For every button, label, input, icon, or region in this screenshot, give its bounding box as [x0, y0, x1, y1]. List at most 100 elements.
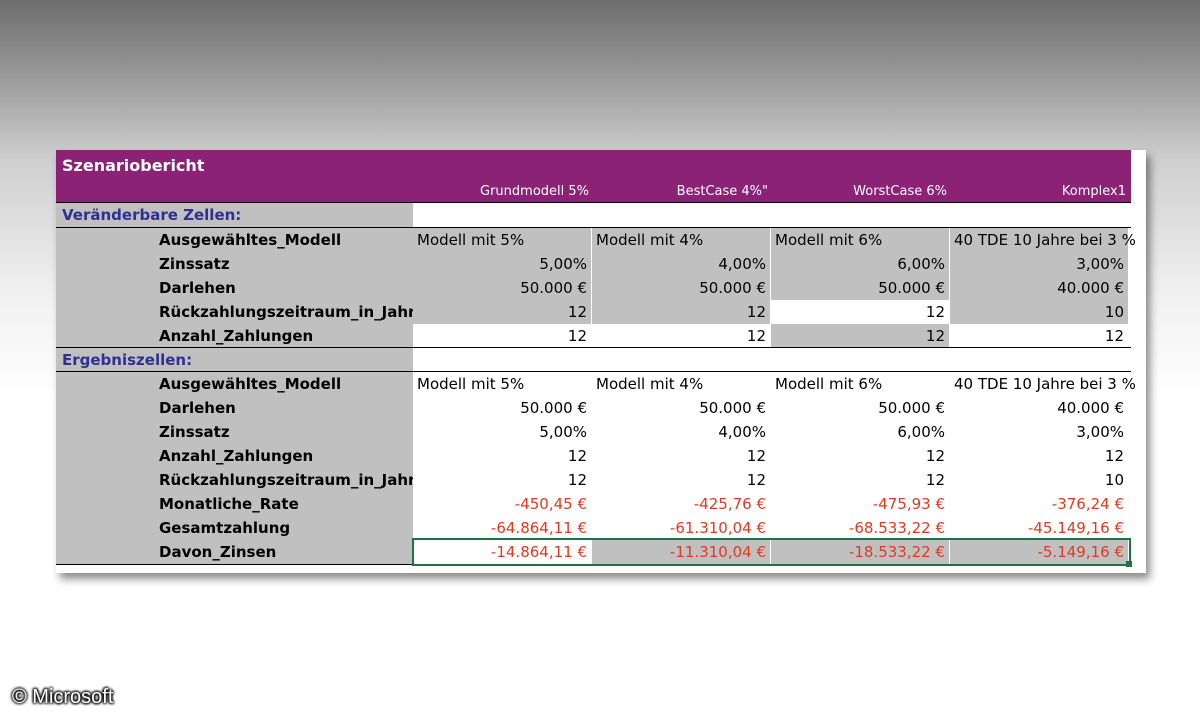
result-cell[interactable]: 40.000 € — [950, 396, 1128, 420]
result-cell[interactable]: Modell mit 5% — [413, 372, 591, 396]
scenario-header-1: Grundmodell 5% — [480, 184, 589, 199]
changing-cell[interactable]: 12 — [950, 324, 1128, 348]
changing-cell[interactable]: 40.000 € — [950, 276, 1128, 300]
scenario-header-4: Komplex1 — [1061, 184, 1126, 199]
result-cell[interactable]: 3,00% — [950, 420, 1128, 444]
changing-cell[interactable]: 12 — [771, 300, 949, 324]
result-cell[interactable]: -376,24 € — [950, 492, 1128, 516]
result-row-header: Monatliche_Rate — [56, 492, 413, 516]
result-row: Zinssatz 5,00% 4,00% 6,00% 3,00% — [56, 420, 1131, 444]
result-cell[interactable]: -450,45 € — [413, 492, 591, 516]
scenario-header-3: WorstCase 6% — [853, 184, 947, 199]
changing-cell[interactable]: 50.000 € — [771, 276, 949, 300]
changing-cell[interactable]: 50.000 € — [592, 276, 770, 300]
result-row-label: Darlehen — [159, 399, 236, 417]
result-cell[interactable]: -425,76 € — [592, 492, 770, 516]
result-cell[interactable]: 5,00% — [413, 420, 591, 444]
changing-row: Zinssatz 5,00% 4,00% 6,00% 3,00% — [56, 252, 1131, 276]
result-row-label: Zinssatz — [159, 423, 230, 441]
result-cell[interactable]: 40 TDE 10 Jahre bei 3 % — [950, 372, 1136, 396]
section-result-cells-label: Ergebniszellen: — [62, 351, 193, 369]
changing-cell[interactable]: 5,00% — [413, 252, 591, 276]
changing-cell[interactable]: 12 — [592, 300, 770, 324]
fill-handle[interactable] — [1126, 561, 1132, 567]
result-cell[interactable]: Modell mit 6% — [771, 372, 949, 396]
scenario-header-2: BestCase 4%" — [676, 184, 768, 199]
changing-row-label: Ausgewähltes_Modell — [159, 231, 342, 249]
changing-row: Darlehen 50.000 €50.000 €50.000 €40.000 € — [56, 276, 1131, 300]
header-bottom-line — [56, 202, 1131, 203]
changing-row-header: Anzahl_Zahlungen — [56, 324, 413, 348]
result-cell[interactable]: 12 — [771, 444, 949, 468]
changing-row-label: Darlehen — [159, 279, 236, 297]
changing-cell[interactable]: Modell mit 5% — [413, 228, 591, 252]
changing-cell[interactable]: Modell mit 6% — [771, 228, 949, 252]
changing-cell[interactable]: 3,00% — [950, 252, 1128, 276]
result-cell[interactable]: 10 — [950, 468, 1128, 492]
result-row: Monatliche_Rate -450,45 € -425,76 € -475,93… — [56, 492, 1131, 516]
result-cell[interactable]: 12 — [771, 468, 949, 492]
result-cell[interactable]: Modell mit 4% — [592, 372, 770, 396]
result-cell[interactable]: -45.149,16 € — [950, 516, 1128, 540]
result-cell[interactable]: 12 — [592, 444, 770, 468]
changing-row: Rückzahlungszeitraum_in_Jahren 12 12 12 10 — [56, 300, 1131, 324]
report-header: Szenariobericht Grundmodell 5% BestCase … — [56, 150, 1131, 202]
changing-row-header: Ausgewähltes_Modell — [56, 228, 413, 252]
result-row-label: Gesamtzahlung — [159, 519, 291, 537]
changing-cell[interactable]: 12 — [413, 300, 591, 324]
changing-cell[interactable]: 50.000 € — [413, 276, 591, 300]
result-row: Anzahl_Zahlungen 12 12 12 12 — [56, 444, 1131, 468]
result-cell[interactable]: 12 — [592, 468, 770, 492]
scenario-report-sheet: Szenariobericht Grundmodell 5% BestCase … — [56, 150, 1146, 573]
result-row-header: Darlehen — [56, 396, 413, 420]
result-row-label: Monatliche_Rate — [159, 495, 299, 513]
result-cell[interactable]: -61.310,04 € — [592, 516, 770, 540]
result-row-header: Davon_Zinsen — [56, 540, 413, 564]
changing-row-label: Rückzahlungszeitraum_in_Jahren — [159, 303, 437, 321]
result-row-header: Zinssatz — [56, 420, 413, 444]
result-cell[interactable]: 12 — [950, 444, 1128, 468]
changing-cell[interactable]: 40 TDE 10 Jahre bei 3 % — [950, 228, 1136, 252]
changing-row-header: Rückzahlungszeitraum_in_Jahren — [56, 300, 436, 324]
result-row-label: Anzahl_Zahlungen — [159, 447, 314, 465]
changing-cell[interactable]: 10 — [950, 300, 1128, 324]
result-row: Ausgewähltes_Modell Modell mit 5% Modell m… — [56, 372, 1136, 396]
result-row-header: Gesamtzahlung — [56, 516, 413, 540]
changing-cell[interactable]: 12 — [413, 324, 591, 348]
result-cell[interactable]: 6,00% — [771, 420, 949, 444]
changing-cell[interactable]: Modell mit 4% — [592, 228, 770, 252]
changing-row-header: Zinssatz — [56, 252, 413, 276]
result-cell[interactable]: -475,93 € — [771, 492, 949, 516]
selection-border — [412, 538, 1131, 566]
result-row: Gesamtzahlung -64.864,11 € -61.310,04 € -68… — [56, 516, 1131, 540]
changing-row-label: Zinssatz — [159, 255, 230, 273]
result-cell[interactable]: 50.000 € — [771, 396, 949, 420]
result-row: Darlehen 50.000 €50.000 €50.000 €40.000 € — [56, 396, 1131, 420]
changing-cell[interactable]: 4,00% — [592, 252, 770, 276]
result-row-label: Davon_Zinsen — [159, 543, 277, 561]
result-cell[interactable]: 4,00% — [592, 420, 770, 444]
copyright-notice: © Microsoft — [12, 686, 114, 708]
result-cell[interactable]: 12 — [413, 468, 591, 492]
result-cell[interactable]: 12 — [413, 444, 591, 468]
changing-row: Anzahl_Zahlungen 12 12 12 12 — [56, 324, 1131, 348]
changing-cell[interactable]: 12 — [771, 324, 949, 348]
changing-cell[interactable]: 6,00% — [771, 252, 949, 276]
result-cell[interactable]: 50.000 € — [413, 396, 591, 420]
result-cell[interactable]: -64.864,11 € — [413, 516, 591, 540]
result-row-header: Anzahl_Zahlungen — [56, 444, 413, 468]
result-cell[interactable]: 50.000 € — [592, 396, 770, 420]
section-changing-cells-label: Veränderbare Zellen: — [62, 206, 242, 224]
report-title: Szenariobericht — [62, 156, 205, 175]
changing-cell[interactable]: 12 — [592, 324, 770, 348]
result-cell[interactable]: -68.533,22 € — [771, 516, 949, 540]
section-changing-cells: Veränderbare Zellen: — [56, 203, 413, 227]
changing-row: Ausgewähltes_Modell Modell mit 5% Modell m… — [56, 228, 1136, 252]
result-row-label: Ausgewähltes_Modell — [159, 375, 342, 393]
changing-row-label: Anzahl_Zahlungen — [159, 327, 314, 345]
result-row: Rückzahlungszeitraum_in_Jahren 12 12 12 10 — [56, 468, 1131, 492]
result-row-header: Rückzahlungszeitraum_in_Jahren — [56, 468, 436, 492]
changing-row-header: Darlehen — [56, 276, 413, 300]
result-row-label: Rückzahlungszeitraum_in_Jahren — [159, 471, 437, 489]
section-result-cells: Ergebniszellen: — [56, 348, 413, 372]
